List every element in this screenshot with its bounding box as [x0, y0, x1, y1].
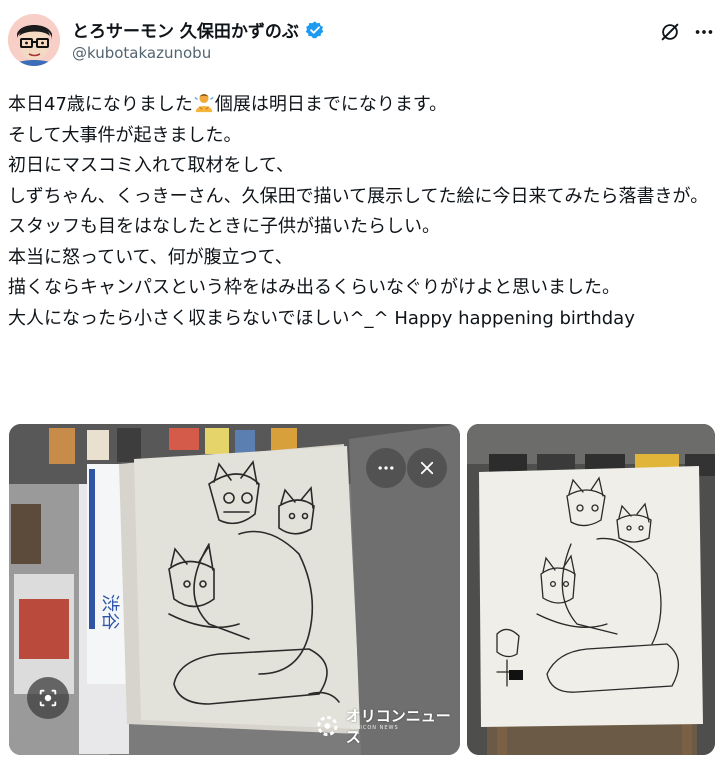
visual-search-icon[interactable]: [27, 677, 69, 719]
more-dots-icon[interactable]: [690, 18, 718, 46]
tweet-line-1b: 個展は明日までになります。: [214, 94, 448, 115]
handle[interactable]: @kubotakazunobu: [72, 44, 211, 62]
tweet-line-3: 初日にマスコミ入れて取材をして、: [8, 155, 295, 176]
tweet-header: とろサーモン 久保田かずのぶ @kubotakazunobu: [0, 0, 721, 80]
tweet-line-4: しずちゃん、くっきーさん、久保田で描いて展示してた絵に今日来てみたら落書きが。: [8, 185, 709, 207]
tweet-line-8: 大人になったら小さく収まらないでほしい^_^ Happy happening b…: [8, 307, 635, 329]
tweet-text: 本日47歳になりました 個展は明日までになります。 そして大事件が起きました。 初…: [8, 90, 713, 334]
oricon-logo-icon: [317, 715, 338, 737]
verified-badge-icon: [305, 20, 324, 38]
close-icon[interactable]: [407, 448, 447, 488]
tweet-line-2: そして大事件が起きました。: [8, 124, 242, 146]
display-name[interactable]: とろサーモン 久保田かずのぶ: [72, 17, 299, 42]
oricon-watermark: オリコンニュース ORICON NEWS: [313, 705, 460, 747]
tweet-line-6: 本当に怒っていて、何が腹立つて、: [8, 246, 293, 268]
tweet-line-5: スタッフも目をはなしたときに子供が描いたらしい。: [8, 216, 440, 237]
tweet-line-7: 描くならキャンパスという枠をはみ出るくらいなぐりがけよと思いました。: [8, 277, 620, 298]
more-options-button[interactable]: [366, 448, 406, 488]
avatar[interactable]: [8, 14, 60, 66]
svg-text:渋谷: 渋谷: [99, 594, 120, 630]
tweet-line-1a: 本日47歳になりました: [8, 94, 193, 115]
media-photo-1[interactable]: 渋谷 オリコンニュース ORICON NEWS: [9, 424, 460, 755]
media-photo-2[interactable]: [467, 424, 715, 755]
grok-icon[interactable]: [656, 18, 684, 46]
person-bowing-emoji: [194, 93, 214, 113]
watermark-subtext: ORICON NEWS: [351, 725, 399, 731]
